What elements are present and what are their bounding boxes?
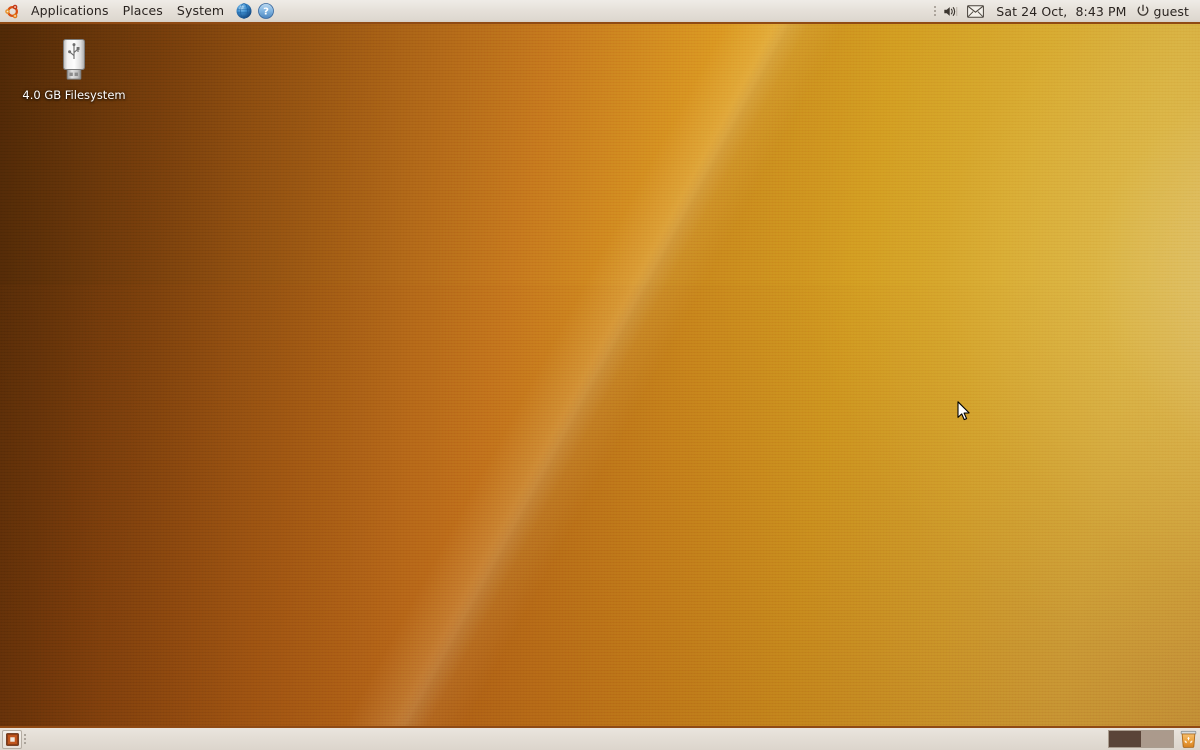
volume-speaker-icon[interactable] bbox=[940, 0, 961, 22]
envelope-mail-icon[interactable] bbox=[961, 0, 990, 22]
menu-system[interactable]: System bbox=[170, 1, 231, 21]
svg-text:?: ? bbox=[263, 7, 269, 18]
desktop-icon-layer: 4.0 GB Filesystem bbox=[0, 24, 1200, 726]
workspace-1[interactable] bbox=[1109, 731, 1141, 747]
session-user-label: guest bbox=[1153, 3, 1189, 19]
panel-grip-handle[interactable] bbox=[932, 4, 940, 18]
workspace-switcher[interactable] bbox=[1108, 730, 1174, 748]
trash-bin-icon bbox=[1180, 730, 1196, 748]
top-panel-left-group: Applications Places System ? bbox=[0, 0, 277, 22]
ubuntu-logo-icon bbox=[0, 0, 24, 22]
show-desktop-icon bbox=[5, 732, 19, 746]
clock-applet[interactable]: Sat 24 Oct, 8:43 PM bbox=[990, 2, 1132, 21]
trash-applet[interactable] bbox=[1178, 729, 1198, 749]
show-desktop-button[interactable] bbox=[2, 729, 22, 749]
desktop-icon-label: 4.0 GB Filesystem bbox=[22, 88, 126, 102]
desktop-screen: Applications Places System ? Sat 24 Oct,… bbox=[0, 0, 1200, 750]
globe-browser-icon[interactable] bbox=[233, 0, 255, 22]
window-list-applet[interactable] bbox=[30, 728, 1108, 750]
bottom-panel-right-group bbox=[1108, 728, 1200, 750]
session-indicator[interactable]: guest bbox=[1133, 2, 1194, 21]
power-button-icon bbox=[1136, 4, 1150, 18]
top-panel-tray: Sat 24 Oct, 8:43 PM guest bbox=[932, 0, 1200, 22]
menu-places[interactable]: Places bbox=[116, 1, 170, 21]
workspace-2[interactable] bbox=[1141, 731, 1173, 747]
bottom-panel-grip-handle[interactable] bbox=[22, 732, 30, 746]
usb-drive-icon bbox=[22, 36, 126, 84]
top-panel: Applications Places System ? Sat 24 Oct,… bbox=[0, 0, 1200, 24]
bottom-panel bbox=[0, 726, 1200, 750]
menu-applications[interactable]: Applications bbox=[24, 1, 116, 21]
desktop-icon-usb-filesystem[interactable]: 4.0 GB Filesystem bbox=[22, 36, 126, 102]
help-question-icon[interactable]: ? bbox=[255, 0, 277, 22]
